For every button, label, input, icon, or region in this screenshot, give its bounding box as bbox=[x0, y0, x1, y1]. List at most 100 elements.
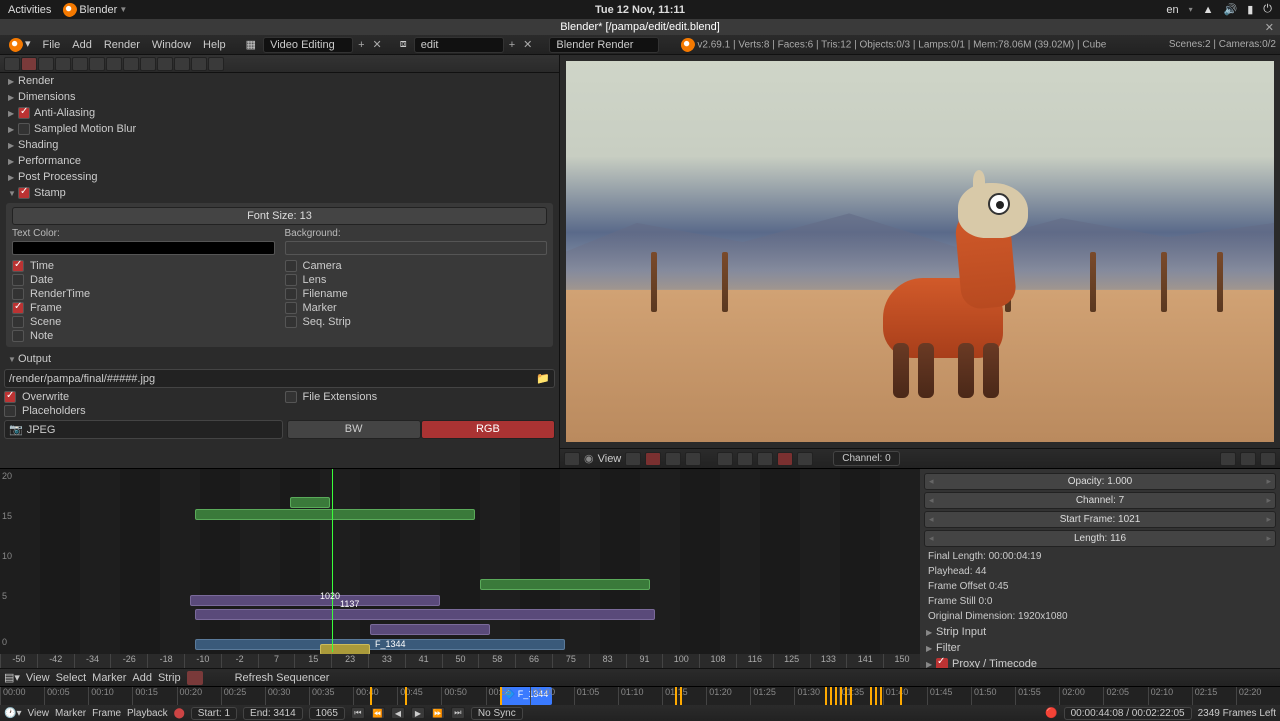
context-material-icon[interactable] bbox=[157, 57, 173, 71]
timeline-marker[interactable] bbox=[875, 687, 877, 705]
seq-marker-menu[interactable]: Marker bbox=[92, 672, 126, 684]
start-frame-field[interactable]: ◂Start Frame: 1021▸ bbox=[924, 511, 1276, 528]
seq-mode-icon[interactable] bbox=[187, 671, 203, 685]
battery-icon[interactable]: ▮ bbox=[1247, 3, 1253, 16]
strip-audio[interactable] bbox=[195, 509, 475, 520]
context-texture-icon[interactable] bbox=[174, 57, 190, 71]
jump-end-button[interactable]: ⏭ bbox=[451, 707, 465, 719]
timeline-marker[interactable] bbox=[845, 687, 847, 705]
layout-add-button[interactable]: + bbox=[355, 39, 367, 51]
pv-btn-4[interactable] bbox=[685, 452, 701, 466]
refresh-sequencer-button[interactable]: Refresh Sequencer bbox=[235, 672, 330, 684]
scene-add-button[interactable]: + bbox=[506, 39, 518, 51]
panel-antialiasing[interactable]: ▶Anti-Aliasing bbox=[4, 105, 555, 121]
placeholders-checkbox[interactable]: Placeholders bbox=[4, 404, 275, 418]
autokey-icon[interactable]: 🔴 bbox=[1045, 708, 1057, 719]
screen-layout-icon[interactable]: ▦ bbox=[241, 38, 261, 51]
scene-field[interactable]: edit bbox=[414, 37, 504, 53]
strip-audio-3[interactable] bbox=[480, 579, 650, 590]
stamp-frame-checkbox[interactable]: Frame bbox=[12, 301, 275, 315]
strip-video-1[interactable] bbox=[190, 595, 440, 606]
stamp-date-checkbox[interactable]: Date bbox=[12, 273, 275, 287]
panel-shading[interactable]: ▶Shading bbox=[4, 137, 555, 153]
timeline-marker[interactable] bbox=[840, 687, 842, 705]
timeline-marker[interactable] bbox=[835, 687, 837, 705]
seq-select-menu[interactable]: Select bbox=[56, 672, 87, 684]
tl-frame-menu[interactable]: Frame bbox=[92, 708, 121, 719]
overwrite-checkbox[interactable]: Overwrite bbox=[4, 390, 275, 404]
pv-btn-1[interactable] bbox=[625, 452, 641, 466]
stamp-time-checkbox[interactable]: Time bbox=[12, 259, 275, 273]
timeline-marker[interactable] bbox=[870, 687, 872, 705]
folder-icon[interactable]: 📁 bbox=[536, 372, 550, 385]
panel-output[interactable]: ▼Output bbox=[4, 351, 555, 367]
motion-blur-checkbox[interactable] bbox=[18, 123, 30, 135]
power-icon[interactable]: ⏻ bbox=[1263, 3, 1272, 16]
stamp-checkbox[interactable] bbox=[18, 187, 30, 199]
file-extensions-checkbox[interactable]: File Extensions bbox=[285, 390, 556, 404]
stamp-marker-checkbox[interactable]: Marker bbox=[285, 301, 548, 315]
text-color-swatch[interactable] bbox=[12, 241, 275, 255]
stamp-filename-checkbox[interactable]: Filename bbox=[285, 287, 548, 301]
layout-remove-button[interactable]: ✕ bbox=[370, 38, 385, 51]
sequencer-preview[interactable] bbox=[560, 55, 1280, 448]
tl-marker-menu[interactable]: Marker bbox=[55, 708, 86, 719]
screen-layout-field[interactable]: Video Editing bbox=[263, 37, 353, 53]
volume-icon[interactable]: 🔊 bbox=[1224, 3, 1238, 16]
activities-button[interactable]: Activities bbox=[8, 4, 51, 16]
strip-audio-2[interactable] bbox=[290, 497, 330, 508]
pv-btn-12[interactable] bbox=[1260, 452, 1276, 466]
context-object-icon[interactable] bbox=[89, 57, 105, 71]
sequencer-timeline[interactable]: 20 15 10 5 0 1020 1137 F_1344 -50-42-34-… bbox=[0, 469, 920, 668]
context-modifiers-icon[interactable] bbox=[123, 57, 139, 71]
timeline-marker[interactable] bbox=[405, 687, 407, 705]
pv-btn-9[interactable] bbox=[797, 452, 813, 466]
current-frame-field[interactable]: 1065 bbox=[309, 707, 345, 720]
pv-btn-7[interactable] bbox=[757, 452, 773, 466]
pv-btn-6[interactable] bbox=[737, 452, 753, 466]
pv-btn-2[interactable] bbox=[645, 452, 661, 466]
stamp-camera-checkbox[interactable]: Camera bbox=[285, 259, 548, 273]
stamp-note-checkbox[interactable]: Note bbox=[12, 329, 275, 343]
pv-btn-10[interactable] bbox=[1220, 452, 1236, 466]
pv-btn-5[interactable] bbox=[717, 452, 733, 466]
context-data-icon[interactable] bbox=[140, 57, 156, 71]
color-rgb-button[interactable]: RGB bbox=[421, 420, 555, 439]
keyframe-prev-button[interactable]: ⏪ bbox=[371, 707, 385, 719]
context-constraints-icon[interactable] bbox=[106, 57, 122, 71]
end-frame-field[interactable]: End: 3414 bbox=[243, 707, 303, 720]
tl-editor-type-icon[interactable]: 🕐▾ bbox=[4, 708, 21, 719]
stamp-rendertime-checkbox[interactable]: RenderTime bbox=[12, 287, 275, 301]
context-layers-icon[interactable] bbox=[38, 57, 54, 71]
preview-channel-field[interactable]: Channel: 0 bbox=[833, 451, 899, 466]
context-scene-icon[interactable] bbox=[55, 57, 71, 71]
timeline-marker[interactable] bbox=[500, 687, 502, 705]
stamp-lens-checkbox[interactable]: Lens bbox=[285, 273, 548, 287]
playhead[interactable] bbox=[332, 469, 333, 652]
seq-editor-type-icon[interactable]: ▤▾ bbox=[4, 671, 20, 684]
menu-file[interactable]: File bbox=[38, 39, 66, 51]
close-window-button[interactable]: ✕ bbox=[1265, 21, 1274, 34]
stamp-seq. strip-checkbox[interactable]: Seq. Strip bbox=[285, 315, 548, 329]
timeline-marker[interactable] bbox=[825, 687, 827, 705]
menu-help[interactable]: Help bbox=[198, 39, 231, 51]
wifi-icon[interactable]: ▲ bbox=[1203, 4, 1214, 16]
timeline-marker[interactable] bbox=[850, 687, 852, 705]
panel-stamp[interactable]: ▼Stamp bbox=[4, 185, 555, 201]
start-frame-field[interactable]: Start: 1 bbox=[191, 707, 237, 720]
color-bw-button[interactable]: BW bbox=[287, 420, 421, 439]
panel-performance[interactable]: ▶Performance bbox=[4, 153, 555, 169]
menu-window[interactable]: Window bbox=[147, 39, 196, 51]
pv-btn-8[interactable] bbox=[777, 452, 793, 466]
timeline-marker[interactable] bbox=[370, 687, 372, 705]
strip-video-3[interactable] bbox=[370, 624, 490, 635]
seq-view-menu[interactable]: View bbox=[26, 672, 50, 684]
pv-btn-3[interactable] bbox=[665, 452, 681, 466]
antialiasing-checkbox[interactable] bbox=[18, 107, 30, 119]
record-button[interactable]: ⬤ bbox=[174, 708, 185, 719]
panel-render[interactable]: ▶Render bbox=[4, 73, 555, 89]
strip-input-panel[interactable]: ▶Strip Input bbox=[924, 624, 1276, 640]
context-particles-icon[interactable] bbox=[191, 57, 207, 71]
filter-panel[interactable]: ▶Filter bbox=[924, 640, 1276, 656]
length-field[interactable]: ◂Length: 116▸ bbox=[924, 530, 1276, 547]
